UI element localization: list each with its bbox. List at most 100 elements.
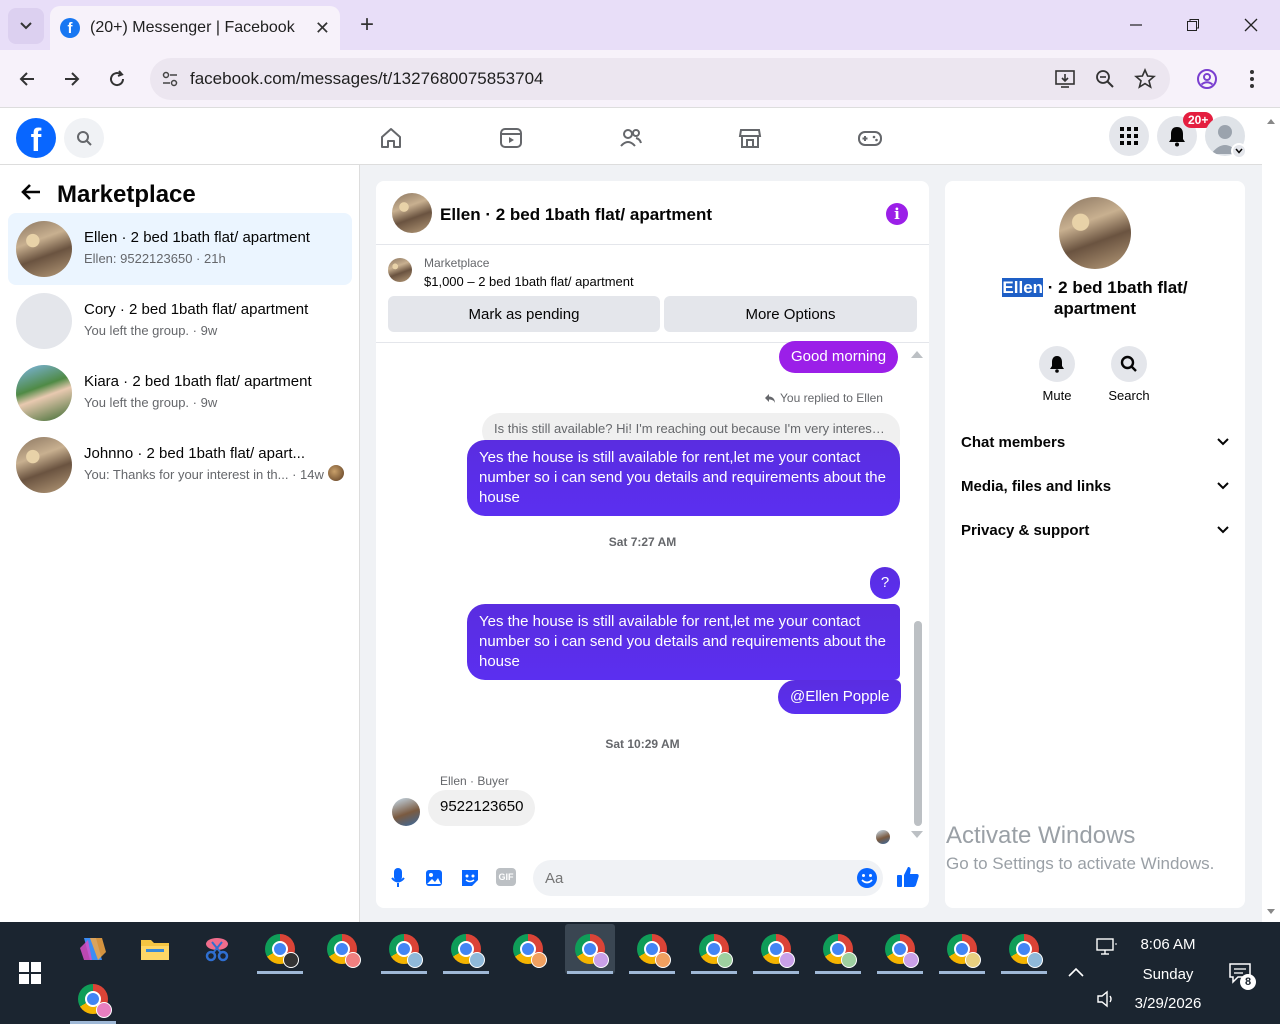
like-thumb-icon[interactable] [896, 865, 920, 889]
copilot-app[interactable] [68, 924, 118, 974]
conversation-item[interactable]: Ellen · 2 bed 1bath flat/ apartment Elle… [8, 213, 352, 285]
chrome-window[interactable] [255, 924, 305, 974]
chrome-icon [823, 934, 857, 968]
outgoing-message[interactable]: ? [870, 567, 900, 599]
menu-button[interactable] [1109, 116, 1149, 156]
account-chevron[interactable] [1231, 143, 1247, 159]
message-input[interactable] [533, 860, 883, 896]
tab-search-button[interactable] [8, 8, 44, 44]
volume-icon[interactable] [1096, 990, 1118, 1013]
sender-label: Ellen · Buyer [440, 774, 509, 788]
browser-menu-icon[interactable] [1241, 68, 1263, 90]
network-icon[interactable] [1096, 938, 1118, 961]
snipping-tool-app[interactable] [192, 924, 242, 974]
chrome-window[interactable] [813, 924, 863, 974]
back-arrow-icon[interactable] [20, 181, 42, 209]
copilot-icon [80, 938, 106, 960]
nav-gaming[interactable] [850, 118, 890, 158]
emoji-icon[interactable] [856, 867, 878, 889]
nav-video[interactable] [491, 118, 531, 158]
chrome-window[interactable] [503, 924, 553, 974]
marketplace-icon [738, 129, 762, 148]
restore-button[interactable] [1173, 10, 1213, 40]
chrome-window[interactable] [689, 924, 739, 974]
minimize-button[interactable] [1116, 10, 1156, 40]
new-tab-button[interactable]: + [352, 10, 382, 40]
chat-avatar[interactable] [392, 193, 432, 233]
outgoing-message[interactable]: Yes the house is still available for ren… [467, 440, 900, 516]
profile-icon[interactable] [1196, 68, 1218, 90]
site-info-icon[interactable] [150, 70, 190, 88]
chrome-window[interactable] [751, 924, 801, 974]
chat-title[interactable]: Ellen · 2 bed 1bath flat/ apartment [440, 205, 712, 225]
search-action[interactable]: Search [1099, 346, 1159, 403]
sender-avatar[interactable] [392, 798, 420, 826]
outgoing-message[interactable]: Yes the house is still available for ren… [467, 604, 900, 680]
install-app-icon[interactable] [1054, 68, 1076, 90]
listing-price[interactable]: $1,000 – 2 bed 1bath flat/ apartment [424, 274, 634, 289]
address-bar[interactable]: facebook.com/messages/t/1327680075853704 [150, 58, 1170, 100]
photo-icon[interactable] [424, 868, 444, 888]
page-scrollbar[interactable] [1262, 108, 1280, 922]
outgoing-message[interactable]: Good morning [779, 341, 899, 373]
sticker-icon[interactable] [460, 868, 480, 888]
bookmark-star-icon[interactable] [1134, 68, 1156, 90]
search-label: Search [1108, 388, 1150, 403]
nav-marketplace[interactable] [730, 118, 770, 158]
chrome-window[interactable] [875, 924, 925, 974]
chrome-icon [327, 934, 361, 968]
incoming-message[interactable]: 9522123650 [428, 790, 536, 826]
chrome-window-active[interactable] [565, 924, 615, 974]
clock-date[interactable]: 3/29/2026 [1128, 995, 1208, 1012]
mark-as-pending-button[interactable]: Mark as pending [388, 296, 660, 332]
chrome-icon [575, 934, 609, 968]
media-files-links-row[interactable]: Media, files and links [961, 474, 1229, 498]
file-explorer-app[interactable] [130, 924, 180, 974]
chrome-window[interactable] [441, 924, 491, 974]
details-avatar[interactable] [1059, 197, 1131, 269]
mute-action[interactable]: Mute [1027, 346, 1087, 403]
mute-bell-icon [1039, 346, 1075, 382]
chrome-window[interactable] [627, 924, 677, 974]
back-button[interactable] [10, 62, 44, 96]
chrome-window[interactable] [999, 924, 1049, 974]
scroll-up-icon[interactable] [910, 349, 924, 359]
scroll-down-icon[interactable] [910, 830, 924, 840]
nav-home[interactable] [371, 118, 411, 158]
tab-close-button[interactable]: ✕ [315, 18, 330, 39]
info-icon[interactable]: i [886, 203, 908, 225]
close-window-button[interactable] [1231, 10, 1271, 40]
zoom-icon[interactable] [1094, 68, 1116, 90]
close-icon [1244, 18, 1258, 32]
message-composer: GIF [376, 848, 929, 908]
chat-scrollbar-thumb[interactable] [914, 621, 922, 826]
reload-button[interactable] [100, 62, 134, 96]
start-button[interactable] [5, 948, 55, 998]
privacy-support-row[interactable]: Privacy & support [961, 518, 1229, 542]
conversation-item[interactable]: Kiara · 2 bed 1bath flat/ apartment You … [8, 357, 352, 429]
chrome-window[interactable] [68, 974, 118, 1024]
listing-thumbnail[interactable] [388, 258, 412, 282]
outgoing-message[interactable]: @Ellen Popple [778, 680, 902, 714]
chrome-icon [1009, 934, 1043, 968]
clock-day[interactable]: Sunday [1128, 966, 1208, 983]
mute-label: Mute [1042, 388, 1072, 403]
clock-time[interactable]: 8:06 AM [1128, 936, 1208, 953]
fb-search-button[interactable] [64, 118, 104, 158]
conversation-item[interactable]: Johnno · 2 bed 1bath flat/ apart... You:… [8, 429, 352, 501]
gif-icon[interactable]: GIF [496, 868, 516, 886]
nav-friends[interactable] [611, 118, 651, 158]
chrome-window[interactable] [317, 924, 367, 974]
more-options-button[interactable]: More Options [664, 296, 917, 332]
conversation-preview: Ellen: 9522123650 · 21h [84, 251, 226, 266]
show-hidden-icons-button[interactable] [1068, 964, 1084, 982]
search-icon [1111, 346, 1147, 382]
chrome-window[interactable] [937, 924, 987, 974]
facebook-logo[interactable]: f [16, 118, 56, 158]
chat-members-row[interactable]: Chat members [961, 430, 1229, 454]
conversation-item[interactable]: Cory · 2 bed 1bath flat/ apartment You l… [8, 285, 352, 357]
active-tab[interactable]: f (20+) Messenger | Facebook ✕ [50, 6, 340, 50]
chrome-window[interactable] [379, 924, 429, 974]
microphone-icon[interactable] [388, 868, 408, 888]
forward-button[interactable] [55, 62, 89, 96]
